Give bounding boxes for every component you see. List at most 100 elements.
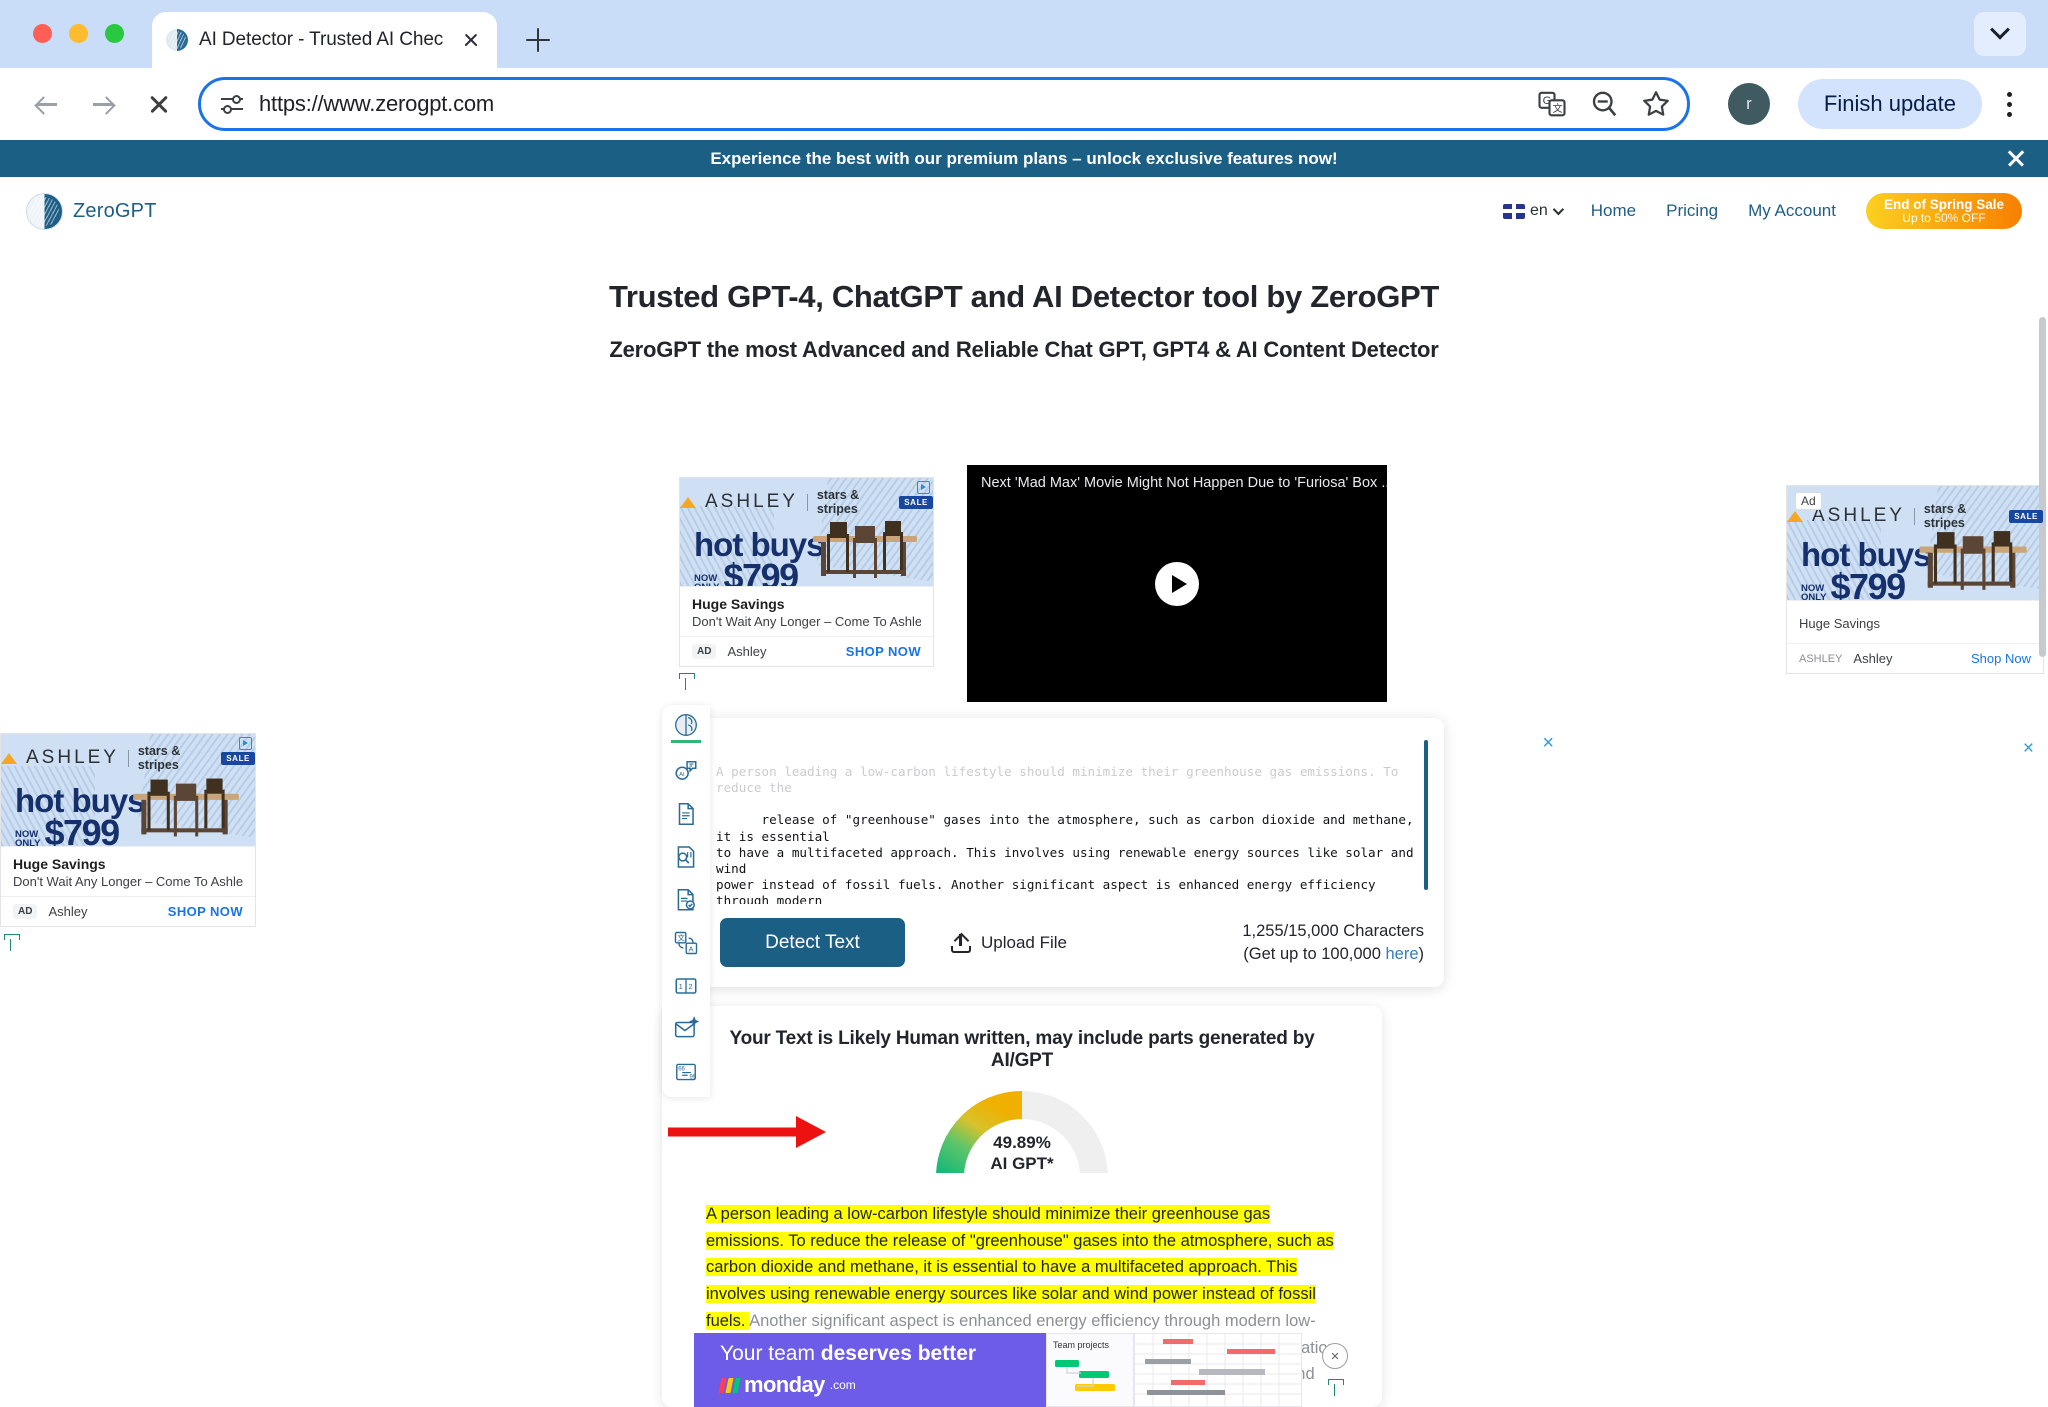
ad-brand: ASHLEY <box>705 491 798 512</box>
ad-line1-light: Your team <box>720 1342 821 1365</box>
ad-advertiser: Ashley <box>727 644 767 659</box>
ai-detector-icon[interactable] <box>671 713 701 743</box>
play-icon[interactable] <box>1155 561 1199 606</box>
ad-scrollbar[interactable] <box>2037 317 2048 675</box>
stop-loading-button[interactable] <box>134 79 184 129</box>
adchoices-icon[interactable] <box>239 737 252 750</box>
avatar[interactable]: r <box>1727 83 1770 125</box>
ad-card[interactable]: ASHLEY stars & stripes SALE hot buys NOW… <box>679 477 934 667</box>
ad-right-ashley[interactable]: Ad ASHLEY stars & stripes SALE hot buys … <box>1786 485 2044 674</box>
sale-title: End of Spring Sale <box>1883 196 2004 212</box>
bookmark-star-icon[interactable] <box>1641 89 1671 119</box>
ad-advertiser: Ashley <box>1853 651 1893 666</box>
furniture-illustration <box>1919 531 2027 590</box>
close-icon[interactable] <box>459 28 483 52</box>
ad-copy: Your team deserves better monday .com <box>694 1342 976 1398</box>
nav-link-my-account[interactable]: My Account <box>1748 201 1836 221</box>
ad-center-ashley[interactable]: ASHLEY stars & stripes SALE hot buys NOW… <box>679 477 934 691</box>
kebab-menu-icon[interactable] <box>1992 79 2026 129</box>
window-controls[interactable] <box>33 24 124 43</box>
ad-chip: AD <box>692 644 717 659</box>
main-nav: en Home Pricing My Account End of Spring… <box>1502 193 2022 229</box>
omnibox-icons: G文 <box>1537 89 1671 119</box>
back-button[interactable] <box>22 79 72 129</box>
upsell-pre: (Get up to 100,000 <box>1243 944 1386 963</box>
ad-cta-button[interactable]: Shop Now <box>1971 651 2031 666</box>
ad-description: Don't Wait Any Longer – Come To Ashley's… <box>13 874 243 889</box>
ai-chat-icon[interactable]: AI <box>671 756 701 786</box>
chevron-down-icon[interactable] <box>1974 12 2026 56</box>
ad-cta-button[interactable]: SHOP NOW <box>846 644 921 659</box>
ashley-logo-icon <box>1787 510 1803 522</box>
upload-label: Upload File <box>981 932 1067 952</box>
ad-grid-preview <box>1134 1333 1302 1407</box>
ad-headline: Huge Savings <box>692 596 785 612</box>
video-player[interactable]: Next 'Mad Max' Movie Might Not Happen Du… <box>967 465 1387 702</box>
tool-sidebar: AI 文A 12 66 99 <box>662 705 710 1097</box>
document-check-icon[interactable] <box>671 885 701 915</box>
new-tab-button[interactable] <box>515 17 561 63</box>
text-editor[interactable]: A person leading a low-carbon lifestyle … <box>716 732 1428 904</box>
ad-tagline: stars & stripes <box>137 744 181 772</box>
furniture-illustration <box>133 778 239 837</box>
plagiarism-search-icon[interactable] <box>671 842 701 872</box>
ai-percent-label: AI GPT* <box>990 1153 1054 1173</box>
ad-advertiser: Ashley <box>48 904 88 919</box>
close-window-button[interactable] <box>33 24 52 43</box>
close-icon[interactable]: × <box>1322 1343 1348 1369</box>
ad-brand-row: monday .com <box>718 1372 976 1398</box>
svg-text:99: 99 <box>689 1075 696 1081</box>
detect-text-button[interactable]: Detect Text <box>720 918 905 967</box>
forward-button[interactable] <box>78 79 128 129</box>
translate-languages-icon[interactable]: 文A <box>671 928 701 958</box>
language-selector[interactable]: en <box>1502 202 1564 220</box>
ad-now-only: NOWONLY <box>1801 582 1827 600</box>
browser-toolbar: https://www.zerogpt.com G文 r Finish upda… <box>0 68 2048 140</box>
feedback-icon[interactable] <box>1328 1379 1344 1397</box>
ashley-logo-icon <box>1 752 17 764</box>
site-logo[interactable]: ZeroGPT <box>26 192 157 230</box>
browser-tab[interactable]: AI Detector - Trusted AI Chec <box>152 12 497 68</box>
upload-icon <box>951 933 971 953</box>
nav-link-home[interactable]: Home <box>1591 201 1636 221</box>
citation-quote-icon[interactable]: 66 99 <box>671 1057 701 1087</box>
close-icon[interactable]: × <box>2023 738 2034 760</box>
character-count-text: 1,255/15,000 Characters <box>1242 922 1424 941</box>
character-upsell: (Get up to 100,000 here) <box>1242 943 1424 965</box>
ad-bottom-monday[interactable]: Your team deserves better monday .com Te… <box>694 1333 1348 1407</box>
ad-label: Ad <box>1795 492 1822 510</box>
ad-left-ashley[interactable]: ASHLEY stars & stripes SALE hot buys NOW… <box>0 733 256 952</box>
feedback-icon[interactable] <box>4 934 20 952</box>
ad-card[interactable]: ASHLEY stars & stripes SALE hot buys NOW… <box>0 733 256 927</box>
upload-file-button[interactable]: Upload File <box>951 933 1067 953</box>
maximize-window-button[interactable] <box>105 24 124 43</box>
sale-badge-button[interactable]: End of Spring Sale Up to 50% OFF <box>1865 193 2022 229</box>
site-settings-icon[interactable] <box>219 91 245 117</box>
zoom-out-icon[interactable] <box>1589 89 1619 119</box>
adchoices-icon[interactable] <box>917 481 930 494</box>
result-verdict: Your Text is Likely Human written, may i… <box>729 1028 1315 1071</box>
minimize-window-button[interactable] <box>69 24 88 43</box>
upsell-link[interactable]: here <box>1385 945 1418 963</box>
ad-cta-button[interactable]: SHOP NOW <box>168 904 243 919</box>
word-counter-icon[interactable]: 12 <box>671 971 701 1001</box>
close-icon[interactable] <box>2006 148 2026 168</box>
timeline-grid-icon <box>1135 1334 1301 1406</box>
feedback-icon[interactable] <box>679 673 695 691</box>
promo-banner: Experience the best with our premium pla… <box>0 140 2048 177</box>
page-subtitle: ZeroGPT the most Advanced and Reliable C… <box>609 337 1439 362</box>
ad-card[interactable]: Ad ASHLEY stars & stripes SALE hot buys … <box>1786 485 2044 674</box>
document-icon[interactable] <box>671 799 701 829</box>
email-sparkle-icon[interactable] <box>671 1014 701 1044</box>
translate-icon[interactable]: G文 <box>1537 89 1567 119</box>
nav-link-pricing[interactable]: Pricing <box>1666 201 1718 221</box>
ad-brand-name: monday <box>744 1372 825 1397</box>
svg-text:66: 66 <box>678 1066 685 1072</box>
finish-update-button[interactable]: Finish update <box>1797 79 1982 129</box>
address-bar[interactable]: https://www.zerogpt.com G文 <box>198 77 1690 131</box>
ad-card-title: Team projects <box>1053 1340 1110 1350</box>
tab-strip: AI Detector - Trusted AI Chec <box>0 0 2048 68</box>
uk-flag-icon <box>1502 203 1525 219</box>
close-icon[interactable]: × <box>1542 732 1554 755</box>
editor-scrollbar[interactable] <box>1424 740 1428 890</box>
